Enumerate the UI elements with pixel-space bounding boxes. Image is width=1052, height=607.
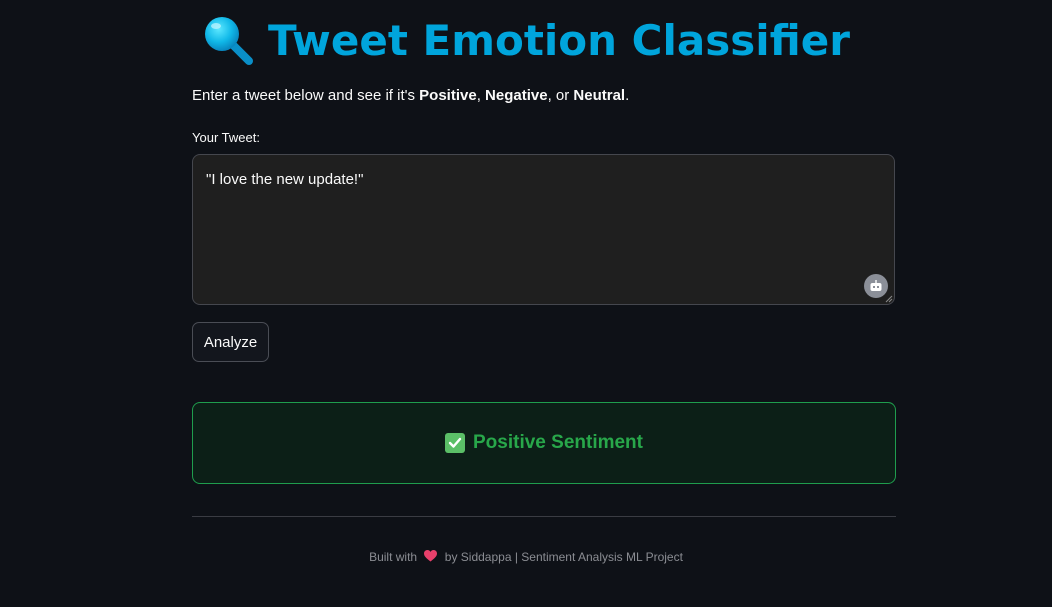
check-box-icon: [445, 433, 465, 453]
tweet-text-value[interactable]: "I love the new update!": [193, 155, 894, 304]
header: Tweet Emotion Classifier: [0, 8, 1052, 72]
result-text: Positive Sentiment: [473, 432, 643, 453]
page-title: Tweet Emotion Classifier: [268, 15, 850, 65]
intro-prefix: Enter a tweet below and see if it's: [192, 87, 420, 104]
tweet-field-label: Your Tweet:: [192, 130, 260, 145]
intro-neutral: Neutral: [573, 87, 626, 104]
footer-credit: by Siddappa | Sentiment Analysis ML Proj…: [444, 550, 683, 564]
app-page: Tweet Emotion Classifier Enter a tweet b…: [0, 0, 1052, 607]
intro-sep1: ,: [476, 87, 486, 104]
footer-built-with: Built with: [369, 550, 418, 564]
footer: Built with by Siddappa | Sentiment Analy…: [0, 550, 1052, 564]
intro-sep2: , or: [547, 87, 574, 104]
intro-suffix: .: [625, 87, 630, 104]
divider: [192, 516, 896, 517]
magnifier-icon: [205, 17, 254, 65]
intro-negative: Negative: [485, 87, 548, 104]
result-alert: Positive Sentiment: [192, 402, 896, 484]
tweet-textarea[interactable]: "I love the new update!": [192, 154, 895, 305]
resize-handle-icon[interactable]: [885, 295, 893, 303]
analyze-button[interactable]: Analyze: [192, 322, 269, 362]
intro-positive: Positive: [419, 87, 477, 104]
intro-text: Enter a tweet below and see if it's Posi…: [192, 87, 629, 104]
heart-icon: [424, 550, 438, 562]
